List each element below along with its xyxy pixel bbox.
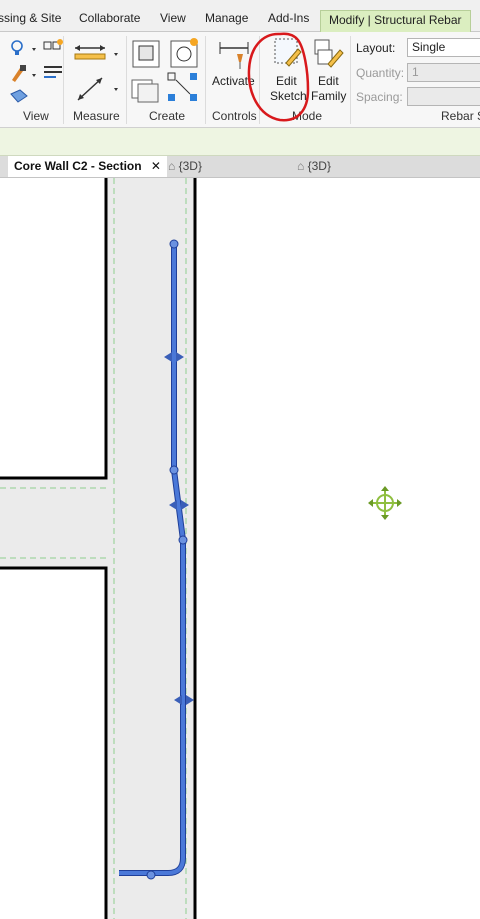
wall-edge-upper [0,178,108,480]
rebar-vertex-grip[interactable] [169,465,179,475]
close-icon[interactable]: ✕ [151,159,161,173]
layout-label: Layout: [356,41,396,55]
edit-family-button-line2[interactable]: Family [311,89,346,103]
panel-separator [350,36,351,124]
tab-modify-structural-rebar[interactable]: Modify | Structural Rebar [320,10,471,34]
wall-slab-fill [0,478,106,568]
panel-label-rebar-set: Rebar S [441,109,480,123]
rebar-vertex-grip[interactable] [178,535,188,545]
quantity-field[interactable]: 1 [407,63,480,82]
edit-family-button[interactable]: Edit [318,74,339,88]
view-tab-core-wall-section[interactable]: Core Wall C2 - Section ✕ [8,156,167,177]
wall-edge-lower [0,566,108,919]
drawing-canvas[interactable] [0,178,480,919]
view-tab-label: {3D} [178,159,202,173]
ribbon-tab-bar: ssing & Site Collaborate View Manage Add… [0,0,480,34]
view-tab-label: Core Wall C2 - Section [14,159,142,173]
bulb-icon[interactable] [8,37,38,59]
panel-separator [205,36,206,124]
rebar-end-grip[interactable] [146,870,156,880]
house-icon: ⌂ [168,159,176,173]
layout-select[interactable]: Single [407,38,480,57]
rebar-end-grip[interactable] [169,239,179,249]
tab-add-ins[interactable]: Add-Ins [268,11,309,25]
spacing-field[interactable] [407,87,480,106]
panel-label-measure: Measure [73,109,120,123]
create-component-icon[interactable] [130,36,164,70]
spacing-label: Spacing: [356,90,403,104]
view-tab-3d-2[interactable]: ⌂ {3D} [297,156,331,177]
paint-icon[interactable] [8,62,38,84]
view-tab-label: {3D} [307,159,331,173]
view-tab-bar: Core Wall C2 - Section ✕ ⌂ {3D} ⌂ {3D} [0,156,480,178]
tab-manage[interactable]: Manage [205,11,248,25]
panel-label-view: View [23,109,49,123]
annotation-circle [247,32,310,122]
dimension-icon[interactable] [72,40,122,64]
group-icon[interactable] [168,36,202,70]
parts-icon[interactable] [130,72,164,106]
tab-view[interactable]: View [160,11,186,25]
panel-separator [126,36,127,124]
array-icon[interactable] [166,70,200,106]
panel-label-create: Create [149,109,186,123]
house-icon: ⌂ [297,159,305,173]
tab-collaborate[interactable]: Collaborate [79,11,140,25]
measure-line-icon[interactable] [72,72,122,104]
edit-family-icon[interactable] [312,36,346,70]
eraser-icon[interactable] [8,86,30,106]
tab-massing-site[interactable]: ssing & Site [0,11,61,25]
move-crosshair-icon[interactable] [368,486,402,520]
view-tab-3d-1[interactable]: ⌂ {3D} [168,156,202,177]
ribbon-body: View Measure Create Activate Controls Ed… [0,32,480,128]
panel-separator [63,36,64,124]
options-bar [0,128,480,156]
quantity-label: Quantity: [356,66,405,80]
